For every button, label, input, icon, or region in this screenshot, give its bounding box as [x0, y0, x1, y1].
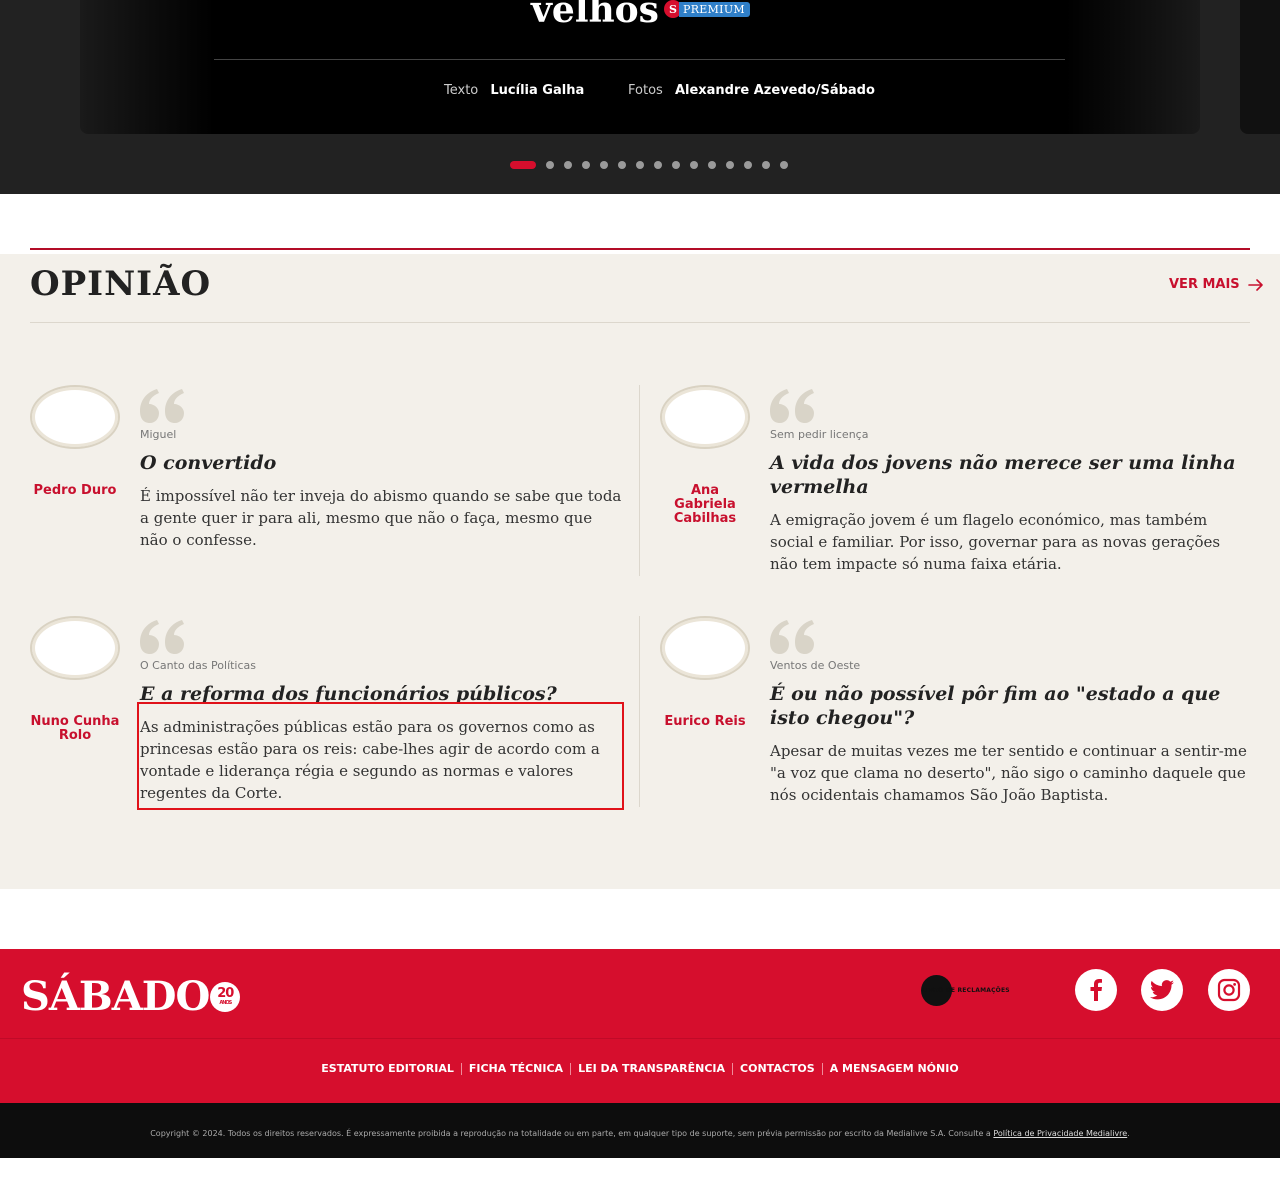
- opinion-header-rule: [30, 322, 1250, 323]
- article-excerpt[interactable]: Apesar de muitas vezes me ter sentido e …: [770, 740, 1252, 806]
- facebook-icon: [1090, 979, 1102, 1001]
- carousel-dot[interactable]: [744, 161, 752, 169]
- column-name[interactable]: Sem pedir licença: [770, 428, 868, 441]
- column-divider: [639, 385, 640, 576]
- carousel-dot[interactable]: [726, 161, 734, 169]
- article-headline[interactable]: O convertido: [140, 451, 620, 475]
- text-credit-label: Texto: [444, 83, 479, 98]
- column-divider: [639, 616, 640, 807]
- column-name[interactable]: Miguel: [140, 428, 176, 441]
- article-headline[interactable]: A vida dos jovens não merece ser uma lin…: [770, 451, 1250, 499]
- privacy-policy-link[interactable]: Política de Privacidade Medialivre: [993, 1129, 1127, 1138]
- author-name[interactable]: Eurico Reis: [660, 715, 750, 729]
- excerpt-highlight-box: [137, 702, 624, 810]
- quote-icon: [770, 620, 814, 654]
- footer-link[interactable]: FICHA TÉCNICA: [460, 1063, 570, 1075]
- carousel-dot[interactable]: [636, 161, 644, 169]
- copyright-text: Copyright © 2024. Todos os direitos rese…: [150, 1129, 991, 1138]
- photo-credit-author: Alexandre Azevedo/Sábado: [674, 83, 875, 98]
- opinion-title: OPINIÃO: [30, 264, 212, 304]
- quote-icon: [140, 389, 184, 423]
- quote-icon: [770, 389, 814, 423]
- carousel-dot[interactable]: [564, 161, 572, 169]
- badge-number: 20: [217, 986, 234, 1001]
- copyright-notice: Copyright © 2024. Todos os direitos rese…: [0, 1129, 1280, 1138]
- article-excerpt[interactable]: É impossível não ter inveja do abismo qu…: [140, 485, 622, 551]
- carousel-pagination: [510, 161, 798, 169]
- carousel-dot[interactable]: [708, 161, 716, 169]
- column-name[interactable]: O Canto das Políticas: [140, 659, 256, 672]
- article-headline[interactable]: É ou não possível pôr fim ao "estado a q…: [770, 682, 1250, 730]
- avatar[interactable]: [660, 616, 750, 680]
- hero-divider: [214, 59, 1065, 60]
- carousel-dot[interactable]: [762, 161, 770, 169]
- avatar[interactable]: [660, 385, 750, 449]
- footer-link[interactable]: LEI DA TRANSPARÊNCIA: [570, 1063, 732, 1075]
- text-credit-author: Lucília Galha: [490, 83, 585, 98]
- copyright-end: .: [1127, 1129, 1130, 1138]
- anniversary-badge: 20 ANOS: [210, 982, 241, 1012]
- premium-badge: S PREMIUM: [664, 0, 750, 18]
- sabado-logo[interactable]: SÁBADO 20 ANOS: [21, 973, 241, 1020]
- text-credit: Texto Lucília Galha: [444, 83, 584, 98]
- logo-text: SÁBADO: [21, 973, 210, 1020]
- facebook-button[interactable]: [1075, 969, 1117, 1011]
- twitter-button[interactable]: [1141, 969, 1183, 1011]
- see-more-link[interactable]: VER MAIS: [1169, 277, 1264, 292]
- footer-nav: ESTATUTO EDITORIAL FICHA TÉCNICA LEI DA TR…: [0, 1063, 1280, 1075]
- carousel-dot[interactable]: [582, 161, 590, 169]
- carousel-next-slide[interactable]: [1240, 0, 1280, 134]
- complaints-book-link[interactable]: LIVRO DE RECLAMAÇÕES: [921, 975, 1010, 1006]
- hero-carousel: velhos S PREMIUM Texto Lucília Galha Fot…: [0, 0, 1280, 194]
- carousel-dot[interactable]: [690, 161, 698, 169]
- carousel-dot[interactable]: [654, 161, 662, 169]
- carousel-dot[interactable]: [672, 161, 680, 169]
- instagram-icon: [1217, 978, 1241, 1002]
- author-name[interactable]: Pedro Duro: [30, 484, 120, 498]
- see-more-label: VER MAIS: [1169, 277, 1240, 292]
- article-excerpt[interactable]: A emigração jovem é um flagelo económico…: [770, 509, 1252, 575]
- badge-label: ANOS: [219, 1000, 232, 1006]
- opinion-top-rule: [30, 248, 1250, 250]
- author-name[interactable]: Nuno Cunha Rolo: [30, 715, 120, 743]
- hero-title[interactable]: velhos: [531, 0, 659, 32]
- arrow-right-icon: [1247, 278, 1263, 291]
- carousel-dot-active[interactable]: [510, 161, 536, 169]
- instagram-button[interactable]: [1208, 969, 1250, 1011]
- photo-credit-label: Fotos: [628, 83, 663, 98]
- footer-link[interactable]: ESTATUTO EDITORIAL: [314, 1063, 461, 1075]
- quote-icon: [140, 620, 184, 654]
- carousel-dot[interactable]: [618, 161, 626, 169]
- carousel-dot[interactable]: [600, 161, 608, 169]
- avatar[interactable]: [30, 616, 120, 680]
- avatar[interactable]: [30, 385, 120, 449]
- column-name[interactable]: Ventos de Oeste: [770, 659, 860, 672]
- author-name[interactable]: Ana Gabriela Cabilhas: [660, 484, 750, 526]
- carousel-dot[interactable]: [546, 161, 554, 169]
- carousel-dot[interactable]: [780, 161, 788, 169]
- photo-credit: Fotos Alexandre Azevedo/Sábado: [628, 83, 875, 98]
- footer-divider: [0, 1038, 1280, 1039]
- twitter-icon: [1150, 980, 1174, 1000]
- premium-label: PREMIUM: [679, 1, 750, 17]
- complaints-book-label: LIVRO DE RECLAMAÇÕES: [922, 987, 1010, 994]
- footer-link[interactable]: CONTACTOS: [732, 1063, 822, 1075]
- footer-link[interactable]: A MENSAGEM NÓNIO: [821, 1063, 966, 1075]
